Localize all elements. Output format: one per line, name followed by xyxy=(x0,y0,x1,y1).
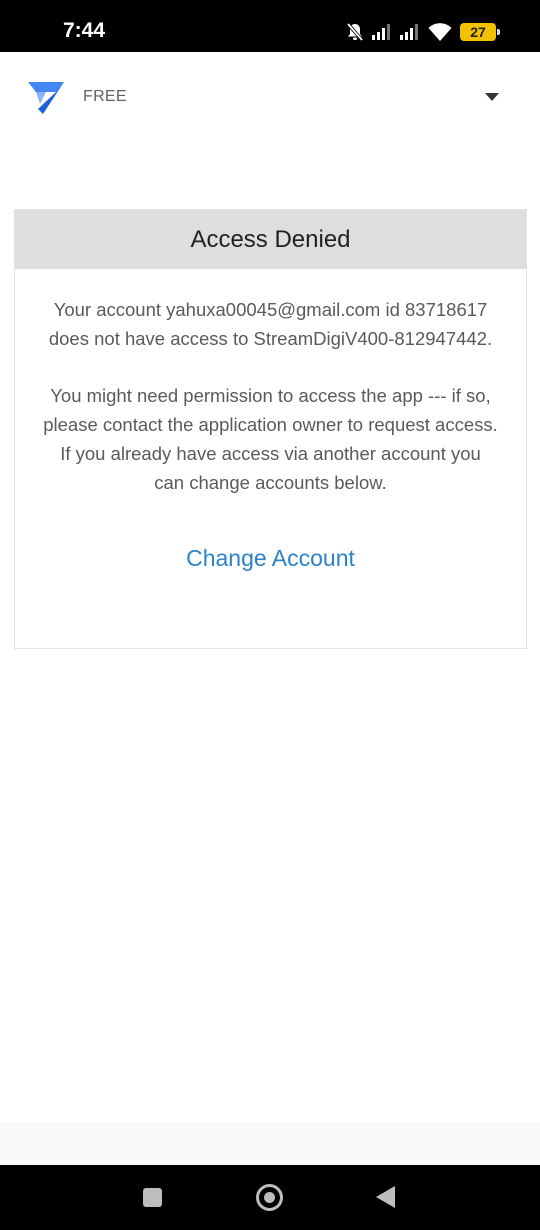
app-header: FREE xyxy=(0,52,540,142)
system-nav-bar xyxy=(0,1165,540,1230)
wifi-icon xyxy=(428,23,452,41)
battery-level: 27 xyxy=(470,24,486,40)
signal-icon xyxy=(372,24,390,40)
status-bar: 7:44 27 xyxy=(0,0,540,52)
signal-icon xyxy=(400,24,418,40)
dialog-title: Access Denied xyxy=(15,210,526,269)
account-message: Your account yahuxa00045@gmail.com id 83… xyxy=(48,299,493,349)
permission-message: You might need permission to access the … xyxy=(43,385,498,493)
status-icons: 27 xyxy=(346,20,500,44)
dialog-body: Your account yahuxa00045@gmail.com id 83… xyxy=(15,269,526,574)
recents-icon[interactable] xyxy=(143,1188,162,1207)
home-icon[interactable] xyxy=(256,1184,283,1211)
caret-down-icon[interactable] xyxy=(485,93,499,101)
appsheet-logo-icon xyxy=(28,82,64,114)
back-icon[interactable] xyxy=(376,1186,395,1208)
plan-label: FREE xyxy=(83,88,127,105)
status-time: 7:44 xyxy=(63,19,106,42)
battery-icon: 27 xyxy=(460,23,500,41)
change-account-link[interactable]: Change Account xyxy=(186,544,355,573)
bottom-strip xyxy=(0,1122,540,1165)
bell-off-icon xyxy=(346,22,364,42)
access-denied-card: Access Denied Your account yahuxa00045@g… xyxy=(14,209,527,649)
